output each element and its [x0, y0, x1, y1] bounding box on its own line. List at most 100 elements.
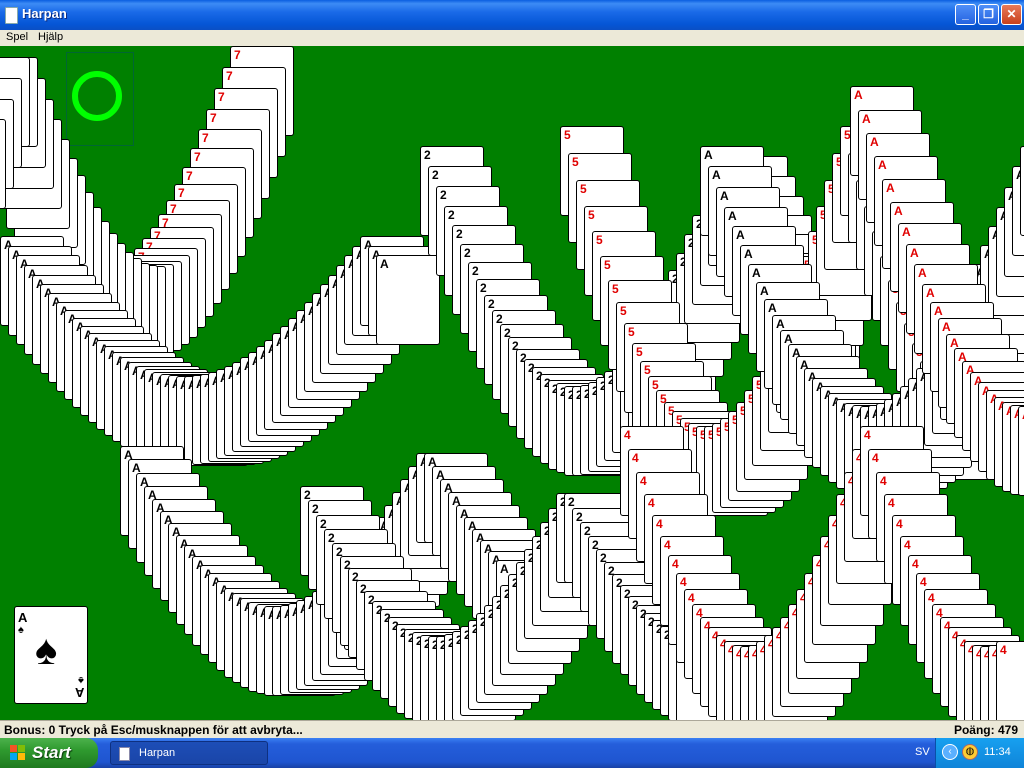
card-rank: A: [942, 320, 951, 335]
card-rank: A: [500, 562, 509, 577]
card-rank: 7: [194, 150, 201, 165]
card-rank: A: [934, 303, 943, 318]
card-rank: 4: [880, 473, 887, 488]
card-rank: A: [720, 188, 729, 203]
card-rank: 4: [640, 473, 647, 488]
card-rank-top: A: [18, 610, 28, 625]
app-icon: [5, 7, 18, 24]
system-tray: ‹ ◍ 11:34: [935, 738, 1024, 768]
card-rank: A: [736, 228, 745, 243]
card-rank: A: [902, 225, 911, 240]
card-rank: A: [760, 283, 769, 298]
card-rank: 4: [632, 450, 639, 465]
card-rank: 4: [648, 495, 655, 510]
bouncing-card: A: [1020, 146, 1024, 236]
stock-empty-ring-icon: [72, 71, 122, 121]
status-message: Bonus: 0 Tryck på Esc/musknappen för att…: [4, 723, 303, 737]
card-rank: 7: [178, 185, 185, 200]
card-rank: 7: [186, 168, 193, 183]
card-suit-top: ♠: [18, 624, 24, 636]
card-rank: A: [870, 135, 879, 150]
card-rank: A: [776, 316, 785, 331]
bouncing-card: A: [376, 255, 440, 346]
bouncing-card: 7: [0, 119, 6, 210]
card-rank: 4: [656, 517, 663, 532]
card-rank: 2: [448, 207, 455, 222]
card-rank: 4: [904, 538, 911, 552]
card-rank: 4: [912, 557, 919, 572]
bouncing-card: A: [1018, 405, 1024, 496]
window-title: Harpan: [22, 6, 67, 21]
card-rank: A: [712, 168, 721, 183]
card-rank: 2: [472, 263, 479, 278]
card-rank: 2: [488, 297, 495, 312]
card-rank: A: [918, 266, 927, 281]
clock: 11:34: [984, 746, 1011, 758]
card-rank: 4: [864, 428, 871, 442]
card-rank: 2: [440, 188, 447, 203]
app-icon: [119, 747, 130, 761]
language-indicator[interactable]: SV: [915, 746, 930, 758]
card-rank: 4: [680, 575, 687, 590]
menu-item-hjalp[interactable]: Hjälp: [38, 31, 63, 43]
card-rank: 5: [572, 154, 579, 169]
card-rank: 2: [320, 516, 327, 531]
bouncing-card-ace-of-spades: A ♠ ♠ ♠ A: [14, 606, 88, 704]
card-rank: A: [862, 111, 871, 126]
card-rank: 7: [202, 130, 209, 145]
card-rank: A: [950, 336, 959, 351]
card-rank: A: [886, 181, 895, 196]
card-rank: 2: [576, 509, 583, 524]
start-label: Start: [32, 743, 71, 762]
card-rank: A: [728, 208, 737, 223]
score-display: Poäng: 479: [953, 723, 1018, 737]
game-felt[interactable]: 7777777777777777777777777777777777777AAA…: [0, 46, 1024, 720]
card-rank: 5: [644, 362, 651, 377]
card-rank: 4: [928, 591, 935, 606]
network-icon[interactable]: ◍: [962, 744, 978, 760]
card-rank: 4: [888, 495, 895, 510]
start-button[interactable]: Start: [0, 738, 98, 768]
card-rank: 2: [480, 280, 487, 295]
show-hidden-icons-icon[interactable]: ‹: [942, 744, 958, 760]
card-rank: 5: [580, 181, 587, 196]
bouncing-card: 4: [996, 641, 1024, 720]
card-rank: A: [894, 203, 903, 218]
windows-logo-icon: [10, 745, 26, 761]
card-rank: 4: [624, 428, 631, 442]
card-rank: 4: [920, 575, 927, 590]
card-rank: 4: [872, 450, 879, 465]
card-rank: A: [854, 88, 863, 102]
card-rank: 5: [564, 128, 571, 142]
card-rank: 2: [456, 226, 463, 241]
minimize-button[interactable]: _: [955, 4, 976, 25]
card-rank: 7: [218, 90, 225, 105]
card-rank: 5: [596, 233, 603, 248]
card-rank: 5: [612, 281, 619, 296]
card-rank: 7: [170, 201, 177, 216]
card-rank: 4: [688, 591, 695, 606]
close-button[interactable]: ✕: [1001, 4, 1022, 25]
card-rank: A: [878, 158, 887, 173]
card-rank: A: [380, 257, 389, 272]
stock-pile-slot[interactable]: [66, 52, 134, 146]
card-rank: A: [704, 148, 713, 162]
card-rank: 5: [620, 304, 627, 319]
taskbar-item-label: Harpan: [139, 747, 176, 759]
card-rank: 4: [672, 557, 679, 572]
card-rank: 5: [588, 207, 595, 222]
taskbar-item-harpan[interactable]: Harpan: [110, 741, 268, 765]
menu-bar: Spel Hjälp: [0, 30, 1024, 46]
card-rank: 7: [234, 48, 241, 62]
card-rank: 5: [636, 344, 643, 359]
card-rank: 2: [312, 502, 319, 517]
maximize-button[interactable]: ❐: [978, 4, 999, 25]
card-rank: A: [768, 300, 777, 315]
spade-icon: ♠: [35, 626, 58, 673]
card-rank: 5: [604, 258, 611, 273]
card-rank: 2: [568, 495, 575, 510]
menu-item-spel[interactable]: Spel: [6, 31, 28, 43]
window-titlebar[interactable]: Harpan _ ❐ ✕: [0, 0, 1024, 30]
card-rank: 2: [424, 148, 431, 162]
taskbar: Start Harpan SV ‹ ◍ 11:34: [0, 738, 1024, 768]
